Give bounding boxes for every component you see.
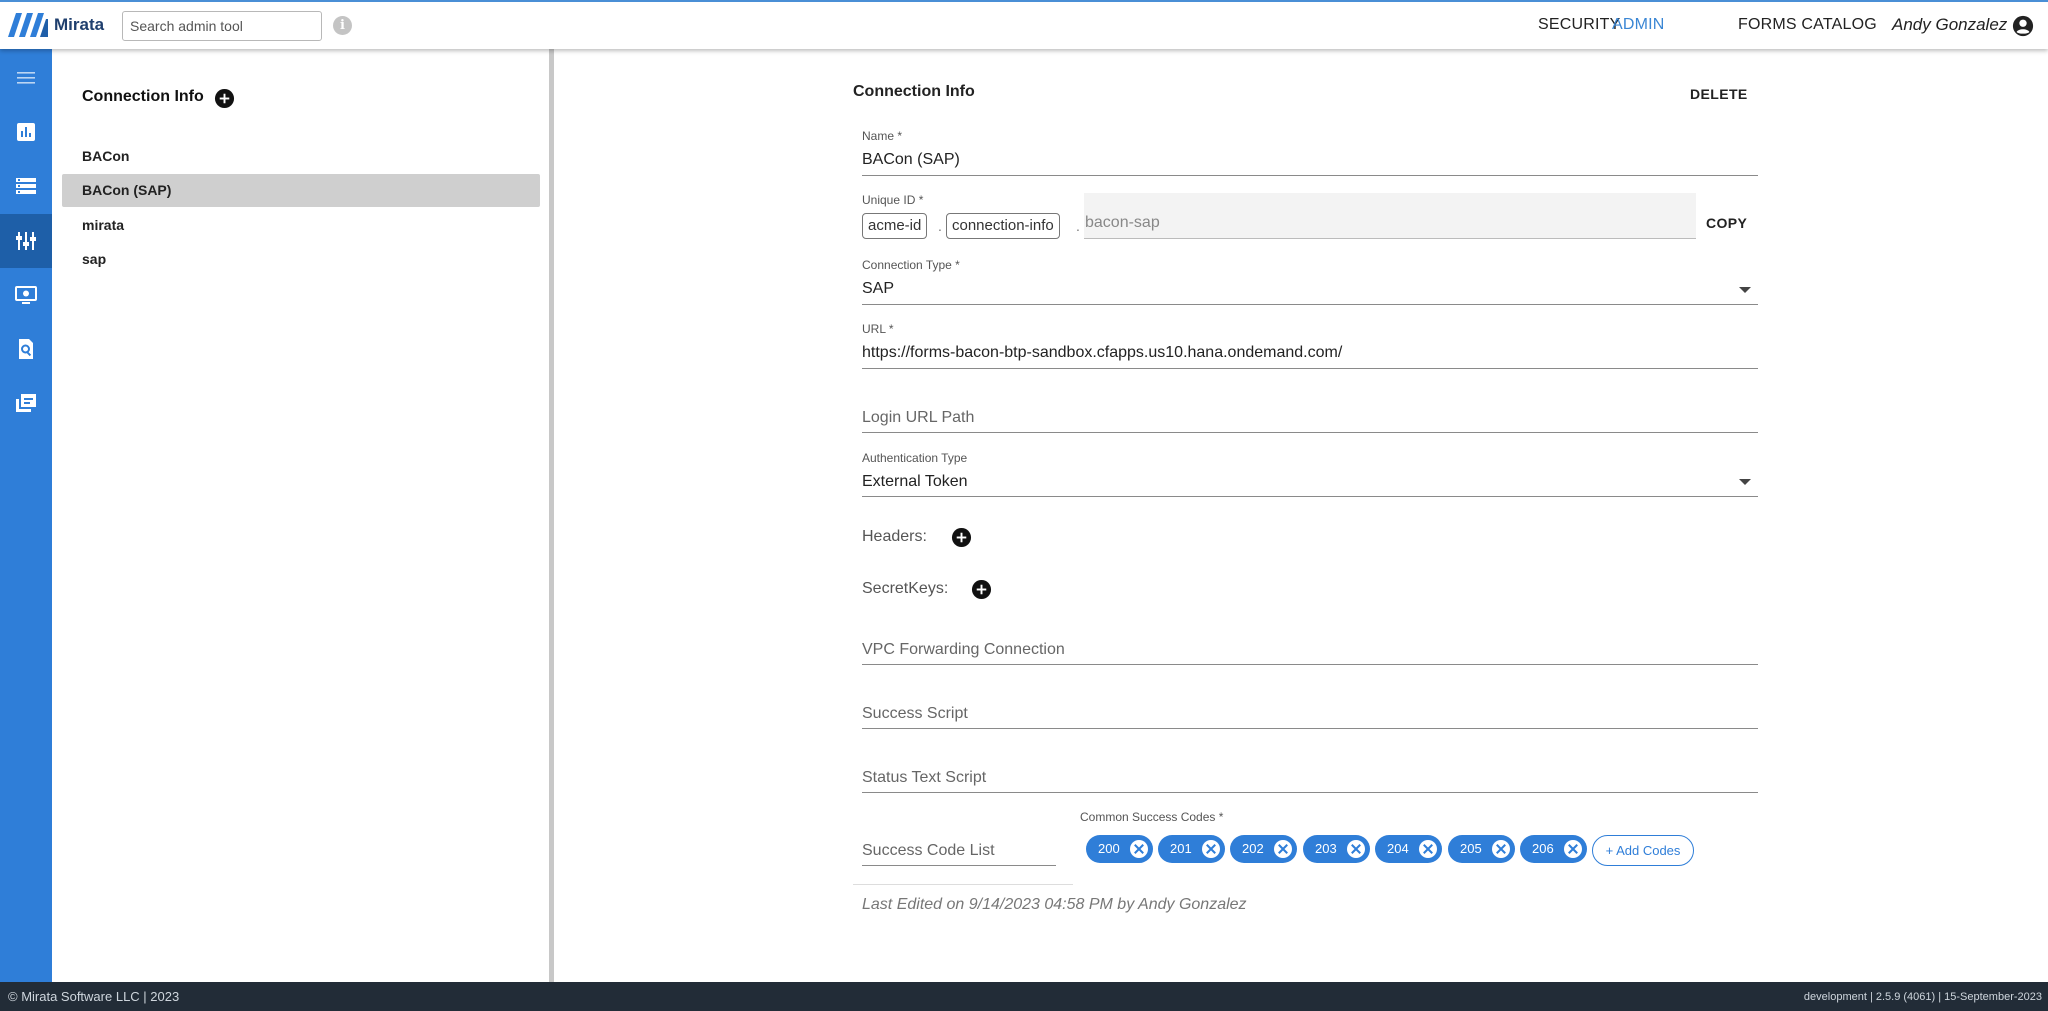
document-search-icon — [19, 339, 33, 359]
nav-security[interactable]: SECURITY — [1538, 16, 1621, 34]
chip-label: 205 — [1460, 841, 1482, 856]
list-title: Connection Info — [82, 88, 204, 105]
account-icon[interactable] — [2012, 15, 2034, 37]
url-underline — [862, 368, 1758, 369]
chip-label: 206 — [1532, 841, 1554, 856]
remove-chip-icon[interactable] — [1130, 840, 1148, 858]
menu-button[interactable] — [0, 51, 52, 105]
form-title: Connection Info — [853, 83, 975, 100]
vpc-underline — [862, 664, 1758, 665]
mirata-logo-icon — [6, 11, 50, 39]
success-script-field[interactable]: Success Script — [862, 705, 968, 723]
vpc-forwarding-field[interactable]: VPC Forwarding Connection — [862, 641, 1065, 659]
url-field[interactable]: https://forms-bacon-btp-sandbox.cfapps.u… — [862, 344, 1342, 362]
list-item[interactable]: sap — [62, 243, 540, 276]
login-url-path-field[interactable]: Login URL Path — [862, 409, 974, 427]
copyright-text: © Mirata Software LLC | 2023 — [8, 989, 180, 1004]
chevron-down-icon[interactable] — [1739, 479, 1751, 485]
chip-label: 203 — [1315, 841, 1337, 856]
delete-button[interactable]: DELETE — [1690, 86, 1748, 102]
success-code-chip[interactable]: 201 — [1158, 835, 1225, 863]
headers-label: Headers: — [862, 528, 927, 545]
add-connection-icon[interactable] — [214, 88, 235, 109]
left-rail — [0, 49, 52, 982]
success-code-chip[interactable]: 204 — [1375, 835, 1442, 863]
nav-admin[interactable]: ADMIN — [1612, 16, 1665, 34]
menu-icon — [17, 72, 35, 84]
rail-reports[interactable] — [0, 105, 52, 159]
copy-button[interactable]: COPY — [1706, 215, 1747, 231]
remove-chip-icon[interactable] — [1347, 840, 1365, 858]
connection-type-select[interactable]: SAP — [862, 280, 894, 298]
chip-label: 200 — [1098, 841, 1120, 856]
rail-gallery[interactable] — [0, 376, 52, 430]
version-text: development | 2.5.9 (4061) | 15-Septembe… — [1803, 991, 2042, 1003]
search-input[interactable] — [122, 11, 322, 41]
rail-connections[interactable] — [0, 214, 52, 268]
add-codes-button[interactable]: + Add Codes — [1592, 835, 1694, 866]
status-text-script-field[interactable]: Status Text Script — [862, 769, 986, 787]
success-code-chip[interactable]: 200 — [1086, 835, 1153, 863]
add-secret-key-icon[interactable] — [971, 579, 992, 600]
rail-desktop-settings[interactable] — [0, 268, 52, 322]
remove-chip-icon[interactable] — [1419, 840, 1437, 858]
divider — [853, 884, 1073, 885]
connection-type-underline — [862, 304, 1758, 305]
success-code-chip[interactable]: 202 — [1230, 835, 1297, 863]
success-code-list-underline — [862, 865, 1056, 866]
remove-chip-icon[interactable] — [1564, 840, 1582, 858]
top-bar: Mirata i SECURITY ADMIN FORMS CATALOG An… — [0, 0, 2048, 49]
app-logo[interactable]: Mirata — [6, 11, 104, 39]
login-url-path-underline — [862, 432, 1758, 433]
user-name[interactable]: Andy Gonzalez — [1892, 15, 2007, 35]
info-icon[interactable]: i — [333, 16, 352, 35]
auth-type-select[interactable]: External Token — [862, 473, 968, 491]
name-underline — [862, 175, 1758, 176]
success-code-list-field[interactable]: Success Code List — [862, 842, 995, 860]
unique-id-part2: connection-info — [946, 213, 1060, 239]
url-label: URL * — [862, 322, 894, 336]
unique-id-part3: bacon-sap — [1085, 214, 1160, 231]
connections-icon — [16, 232, 36, 250]
list-item-selected[interactable]: BACon (SAP) — [62, 174, 540, 207]
remove-chip-icon[interactable] — [1492, 840, 1510, 858]
list-item[interactable]: BACon — [62, 140, 540, 173]
connection-type-label: Connection Type * — [862, 258, 960, 272]
name-field[interactable]: BACon (SAP) — [862, 151, 960, 169]
unique-id-part1: acme-id — [862, 213, 928, 239]
footer: © Mirata Software LLC | 2023 development… — [0, 982, 2048, 1011]
remove-chip-icon[interactable] — [1274, 840, 1292, 858]
common-success-codes-label: Common Success Codes * — [1080, 810, 1224, 824]
chip-label: 202 — [1242, 841, 1264, 856]
list-item[interactable]: mirata — [62, 209, 540, 242]
desktop-settings-icon — [15, 286, 37, 304]
list-icon — [16, 178, 36, 194]
auth-type-underline — [862, 496, 1758, 497]
chevron-down-icon[interactable] — [1739, 287, 1751, 293]
chip-label: 201 — [1170, 841, 1192, 856]
panel-splitter[interactable] — [549, 49, 554, 982]
app-name: Mirata — [54, 15, 105, 34]
name-label: Name * — [862, 129, 903, 143]
auth-type-label: Authentication Type — [862, 451, 968, 465]
nav-forms-catalog[interactable]: FORMS CATALOG — [1738, 16, 1877, 34]
rail-document-search[interactable] — [0, 322, 52, 376]
success-code-chip[interactable]: 203 — [1303, 835, 1370, 863]
success-code-chip[interactable]: 206 — [1520, 835, 1587, 863]
remove-chip-icon[interactable] — [1202, 840, 1220, 858]
secret-keys-label: SecretKeys: — [862, 580, 949, 597]
unique-id-separator: . — [938, 218, 942, 234]
success-script-underline — [862, 728, 1758, 729]
reports-icon — [17, 123, 35, 141]
last-edited-text: Last Edited on 9/14/2023 04:58 PM by And… — [862, 896, 1247, 913]
unique-id-label: Unique ID * — [862, 193, 924, 207]
unique-id-input[interactable] — [1084, 193, 1696, 239]
add-header-icon[interactable] — [951, 527, 972, 548]
status-text-script-underline — [862, 792, 1758, 793]
success-code-chip[interactable]: 205 — [1448, 835, 1515, 863]
chip-label: 204 — [1387, 841, 1409, 856]
rail-lists[interactable] — [0, 159, 52, 213]
gallery-icon — [16, 394, 36, 412]
unique-id-separator: . — [1076, 218, 1080, 234]
